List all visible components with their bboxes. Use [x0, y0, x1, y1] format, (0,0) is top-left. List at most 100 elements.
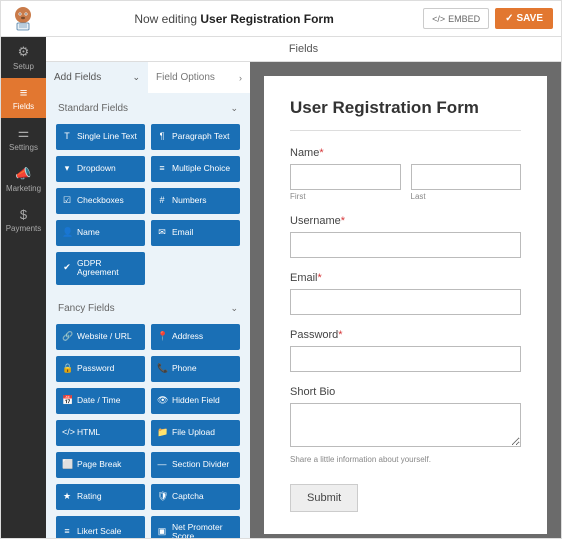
input-email[interactable] — [290, 289, 521, 315]
likert-icon: ≡ — [62, 527, 72, 537]
recaptcha-icon: 🛡 — [157, 492, 167, 502]
field-type-phone[interactable]: 📞Phone — [151, 356, 240, 382]
field-type-label: Address — [172, 332, 203, 341]
field-type-label: Password — [77, 364, 114, 373]
pin-icon: 📍 — [157, 332, 167, 342]
input-username[interactable] — [290, 232, 521, 258]
form-preview: User Registration Form Name* First Last — [250, 62, 561, 538]
chevron-down-icon: ⌄ — [132, 72, 140, 83]
chevron-right-icon: › — [239, 73, 242, 83]
embed-button[interactable]: </> EMBED — [423, 8, 489, 29]
lock-icon: 🔒 — [62, 364, 72, 374]
group-fancy-fields[interactable]: Fancy Fields⌄ — [46, 293, 250, 324]
field-type-address[interactable]: 📍 Address — [151, 324, 240, 350]
editing-title: Now editing User Registration Form — [45, 12, 423, 26]
sublabel-last: Last — [411, 192, 522, 201]
field-type-numbers[interactable]: # Numbers — [151, 188, 240, 214]
field-type-label: Page Break — [77, 460, 121, 469]
field-type-label: Checkboxes — [77, 196, 124, 205]
gdpr-icon: ✔ — [62, 263, 72, 273]
field-type-label: Hidden Field — [172, 396, 220, 405]
nps-icon: ▣ — [157, 527, 167, 537]
save-button[interactable]: ✓ SAVE — [495, 8, 553, 29]
field-type-label: Phone — [172, 364, 197, 373]
field-type-password[interactable]: 🔒 Password — [56, 356, 145, 382]
field-type-label: Net Promoter Score — [172, 523, 234, 538]
field-type-net-promoter-score[interactable]: ▣ Net Promoter Score — [151, 516, 240, 538]
link-icon: 🔗 — [62, 332, 72, 342]
field-type-label: Section Divider — [172, 460, 229, 469]
sliders-icon: ⚌ — [18, 125, 30, 141]
form-title: User Registration Form — [290, 98, 521, 131]
field-type-label: Numbers — [172, 196, 206, 205]
sublabel-first: First — [290, 192, 401, 201]
label-username: Username* — [290, 215, 521, 227]
field-type-multiple-choice[interactable]: ≡Multiple Choice — [151, 156, 240, 182]
paragraph-icon: ¶ — [157, 132, 167, 142]
left-nav: ⚙ Setup ≡ Fields ⚌ Settings 📣 Marketing … — [1, 37, 46, 538]
page-break-icon: ⬜ — [62, 460, 72, 470]
field-password: Password* — [290, 329, 521, 372]
group-standard-fields[interactable]: Standard Fields⌄ — [46, 93, 250, 124]
field-type-website-url[interactable]: 🔗 Website / URL — [56, 324, 145, 350]
field-type-label: File Upload — [172, 428, 215, 437]
chevron-down-icon: ⌄ — [230, 303, 238, 314]
field-type-label: Website / URL — [77, 332, 132, 341]
dropdown-icon: ▾ — [62, 164, 72, 174]
field-type-file-upload[interactable]: 📁 File Upload — [151, 420, 240, 446]
upload-icon: 📁 — [157, 428, 167, 438]
field-type-gdpr-agreement[interactable]: ✔ GDPR Agreement — [56, 252, 145, 285]
input-bio[interactable] — [290, 403, 521, 447]
field-type-label: Date / Time — [77, 396, 120, 405]
code-icon: </> — [432, 14, 445, 24]
label-name: Name* — [290, 147, 521, 159]
nav-settings[interactable]: ⚌ Settings — [1, 118, 46, 159]
field-type-page-break[interactable]: ⬜ Page Break — [56, 452, 145, 478]
field-type-label: Single Line Text — [77, 132, 137, 141]
logo — [1, 1, 45, 37]
fields-panel: Add Fields⌄ Field Options› Standard Fiel… — [46, 62, 250, 538]
field-type-captcha[interactable]: 🛡 Captcha — [151, 484, 240, 510]
megaphone-icon: 📣 — [15, 166, 31, 182]
field-type-checkboxes[interactable]: ☑ Checkboxes — [56, 188, 145, 214]
email-icon: ✉ — [157, 228, 167, 238]
chevron-down-icon: ⌄ — [230, 103, 238, 114]
field-type-rating[interactable]: ★Rating — [56, 484, 145, 510]
field-type-name[interactable]: 👤Name — [56, 220, 145, 246]
nav-setup[interactable]: ⚙ Setup — [1, 37, 46, 78]
field-type-section-divider[interactable]: —Section Divider — [151, 452, 240, 478]
field-type-likert-scale[interactable]: ≡ Likert Scale — [56, 516, 145, 538]
eye-off-icon: 👁 — [157, 396, 167, 406]
field-email: Email* — [290, 272, 521, 315]
tab-field-options[interactable]: Field Options› — [148, 62, 250, 93]
input-password[interactable] — [290, 346, 521, 372]
nav-fields[interactable]: ≡ Fields — [1, 78, 46, 118]
field-type-single-line-text[interactable]: TSingle Line Text — [56, 124, 145, 150]
nav-marketing[interactable]: 📣 Marketing — [1, 159, 46, 200]
field-type-dropdown[interactable]: ▾ Dropdown — [56, 156, 145, 182]
field-type-label: GDPR Agreement — [77, 259, 139, 278]
label-email: Email* — [290, 272, 521, 284]
bio-description: Share a little information about yoursel… — [290, 455, 521, 464]
field-type-label: Dropdown — [77, 164, 116, 173]
numbers-icon: # — [157, 196, 167, 206]
gear-icon: ⚙ — [18, 44, 30, 60]
submit-button[interactable]: Submit — [290, 484, 358, 512]
field-type-label: Likert Scale — [77, 527, 121, 536]
label-password: Password* — [290, 329, 521, 341]
field-type-hidden-field[interactable]: 👁 Hidden Field — [151, 388, 240, 414]
field-type-email[interactable]: ✉Email — [151, 220, 240, 246]
input-first-name[interactable] — [290, 164, 401, 190]
field-type-label: Rating — [77, 492, 102, 501]
checkbox-icon: ☑ — [62, 196, 72, 206]
input-last-name[interactable] — [411, 164, 522, 190]
calendar-icon: 📅 — [62, 396, 72, 406]
check-icon: ✓ — [505, 13, 513, 24]
field-type-paragraph-text[interactable]: ¶ Paragraph Text — [151, 124, 240, 150]
field-type-html[interactable]: </>HTML — [56, 420, 145, 446]
tab-add-fields[interactable]: Add Fields⌄ — [46, 62, 148, 93]
field-type-label: Paragraph Text — [172, 132, 230, 141]
field-type-date-time[interactable]: 📅 Date / Time — [56, 388, 145, 414]
nav-payments[interactable]: $ Payments — [1, 200, 46, 240]
field-type-label: Captcha — [172, 492, 204, 501]
